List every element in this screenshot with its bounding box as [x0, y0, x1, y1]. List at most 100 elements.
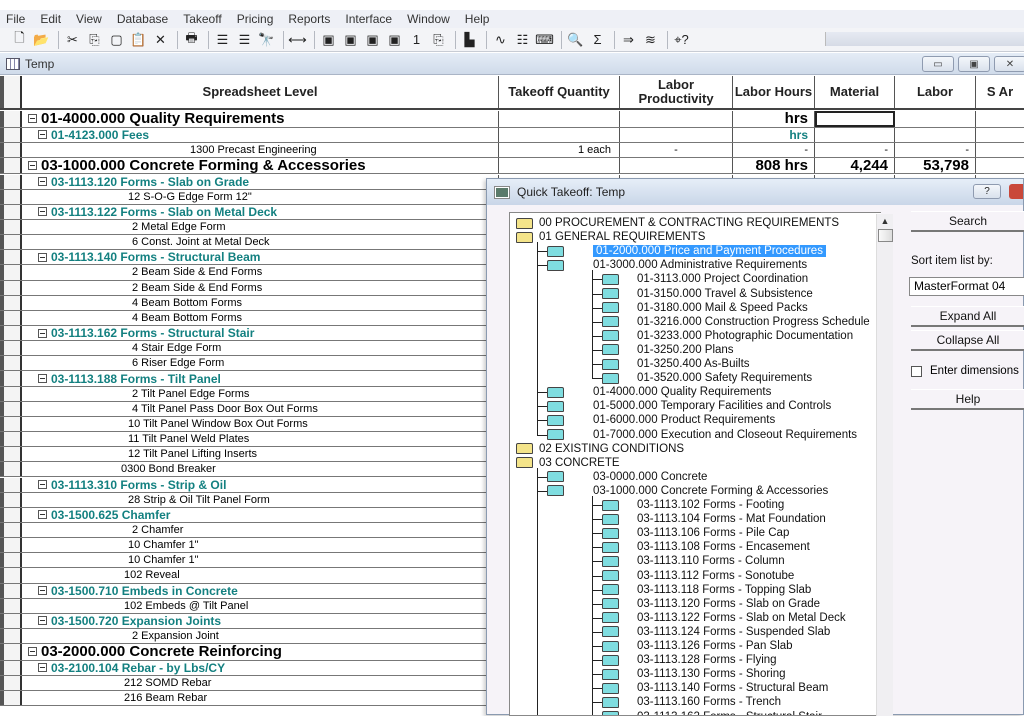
- row-header[interactable]: [0, 387, 22, 401]
- row-header[interactable]: [0, 629, 22, 643]
- row-header[interactable]: [0, 175, 22, 189]
- level-down-icon[interactable]: ▣: [341, 31, 360, 49]
- collapse-toggle-icon[interactable]: [38, 177, 47, 186]
- tree-node[interactable]: 03-1113.112 Forms - Sonotube: [602, 569, 794, 583]
- tree-node[interactable]: 01-3180.000 Mail & Speed Packs: [602, 301, 808, 315]
- cell-extra[interactable]: [976, 158, 1024, 174]
- menu-interface[interactable]: Interface: [345, 12, 392, 26]
- row-header[interactable]: [0, 158, 22, 174]
- tree-node[interactable]: 03-1113.120 Forms - Slab on Grade: [602, 597, 820, 611]
- row-header[interactable]: [0, 538, 22, 552]
- menu-file[interactable]: File: [6, 12, 25, 26]
- menu-database[interactable]: Database: [117, 12, 168, 26]
- cell-labor-hours[interactable]: hrs: [733, 128, 815, 142]
- cell-labor-productivity[interactable]: -: [620, 143, 733, 157]
- cell-takeoff-quantity[interactable]: 1 each: [499, 143, 620, 157]
- insert-row-icon[interactable]: ☰: [235, 31, 254, 49]
- go-to-icon[interactable]: ⇒: [619, 31, 638, 49]
- cell-level[interactable]: 10 Chamfer 1": [22, 538, 499, 552]
- row-header[interactable]: [0, 691, 22, 705]
- cell-level[interactable]: 03-1500.710 Embeds in Concrete: [22, 584, 499, 598]
- tree-node[interactable]: 03-0000.000 Concrete: [547, 470, 707, 484]
- checkbox-box[interactable]: [911, 366, 922, 377]
- row-header[interactable]: [0, 296, 22, 310]
- row-header[interactable]: [0, 599, 22, 613]
- cell-level[interactable]: 12 S-O-G Edge Form 12": [22, 190, 499, 204]
- cell-level[interactable]: 11 Tilt Panel Weld Plates: [22, 432, 499, 446]
- tree-node[interactable]: 01-3000.000 Administrative Requirements: [547, 258, 807, 272]
- menu-help[interactable]: Help: [465, 12, 490, 26]
- open-icon[interactable]: 📂: [32, 31, 51, 49]
- column-width-icon[interactable]: ⟷: [288, 31, 307, 49]
- keyboard-icon[interactable]: ⌨: [535, 31, 554, 49]
- cell-level[interactable]: 4 Beam Bottom Forms: [22, 311, 499, 325]
- cell-level[interactable]: 03-1113.188 Forms - Tilt Panel: [22, 371, 499, 385]
- tree-node[interactable]: 01 GENERAL REQUIREMENTS: [516, 230, 705, 244]
- close-window-button[interactable]: ✕: [994, 56, 1024, 72]
- level-icon[interactable]: ▣: [319, 31, 338, 49]
- cell-level[interactable]: 102 Reveal: [22, 568, 499, 582]
- cell-level[interactable]: 28 Strip & Oil Tilt Panel Form: [22, 493, 499, 507]
- row-header[interactable]: [0, 661, 22, 675]
- tree-node[interactable]: 01-2000.000 Price and Payment Procedures: [547, 244, 826, 258]
- cell-level[interactable]: 2 Metal Edge Form: [22, 220, 499, 234]
- tree-node[interactable]: 03 CONCRETE: [516, 456, 620, 470]
- copy-format-icon[interactable]: ⎘: [429, 31, 448, 49]
- cell-level[interactable]: 03-1113.310 Forms - Strip & Oil: [22, 478, 499, 492]
- row-header[interactable]: [0, 523, 22, 537]
- cell-takeoff-quantity[interactable]: [499, 158, 620, 174]
- list-icon[interactable]: ☷: [513, 31, 532, 49]
- collapse-toggle-icon[interactable]: [28, 161, 37, 170]
- find-icon[interactable]: 🔭: [257, 31, 276, 49]
- row-header[interactable]: [0, 190, 22, 204]
- category-tree[interactable]: 00 PROCUREMENT & CONTRACTING REQUIREMENT…: [509, 212, 881, 716]
- dialog-help-button[interactable]: ?: [973, 184, 1001, 199]
- row-header[interactable]: [0, 493, 22, 507]
- cell-material[interactable]: -: [815, 143, 895, 157]
- cell-level[interactable]: 4 Beam Bottom Forms: [22, 296, 499, 310]
- cell-labor-productivity[interactable]: [620, 158, 733, 174]
- tree-node[interactable]: 02 EXISTING CONDITIONS: [516, 442, 684, 456]
- cell-level[interactable]: 03-1113.140 Forms - Structural Beam: [22, 250, 499, 264]
- sum-icon[interactable]: Σ: [588, 31, 607, 49]
- row-header[interactable]: [0, 356, 22, 370]
- cell-material[interactable]: [815, 128, 895, 142]
- tree-node[interactable]: 01-5000.000 Temporary Facilities and Con…: [547, 399, 831, 413]
- cell-labor[interactable]: 53,798: [895, 158, 976, 174]
- row-header[interactable]: [0, 371, 22, 385]
- delete-icon[interactable]: ✕: [151, 31, 170, 49]
- new-icon[interactable]: 🗋: [10, 31, 29, 49]
- cut-icon[interactable]: ✂: [63, 31, 82, 49]
- header-labor[interactable]: Labor: [895, 76, 976, 108]
- cell-level[interactable]: 10 Chamfer 1": [22, 553, 499, 567]
- context-help-icon[interactable]: ⌖?: [672, 31, 691, 49]
- tree-node[interactable]: 01-7000.000 Execution and Closeout Requi…: [547, 428, 857, 442]
- cell-level[interactable]: 4 Stair Edge Form: [22, 341, 499, 355]
- row-header[interactable]: [0, 644, 22, 660]
- row-header[interactable]: [0, 432, 22, 446]
- collapse-toggle-icon[interactable]: [38, 374, 47, 383]
- cell-labor-hours[interactable]: hrs: [733, 111, 815, 127]
- tree-node[interactable]: 01-3216.000 Construction Progress Schedu…: [602, 315, 870, 329]
- cell-level[interactable]: 216 Beam Rebar: [22, 691, 499, 705]
- cell-level[interactable]: 2 Expansion Joint: [22, 629, 499, 643]
- tree-node[interactable]: 01-3250.400 As-Builts: [602, 357, 750, 371]
- header-labor-hours[interactable]: Labor Hours: [733, 76, 815, 108]
- cell-level[interactable]: 2 Tilt Panel Edge Forms: [22, 387, 499, 401]
- row-header[interactable]: [0, 584, 22, 598]
- row-header[interactable]: [0, 128, 22, 142]
- cell-takeoff-quantity[interactable]: [499, 111, 620, 127]
- menu-pricing[interactable]: Pricing: [237, 12, 274, 26]
- tree-node[interactable]: 01-6000.000 Product Requirements: [547, 413, 775, 427]
- table-row-group[interactable]: 03-1000.000 Concrete Forming & Accessori…: [0, 158, 1024, 175]
- row-header[interactable]: [0, 462, 22, 476]
- collapse-toggle-icon[interactable]: [38, 480, 47, 489]
- tree-node[interactable]: 03-1113.102 Forms - Footing: [602, 498, 784, 512]
- cell-labor-hours[interactable]: 808 hrs: [733, 158, 815, 174]
- outline-color-icon[interactable]: ▣: [385, 31, 404, 49]
- row-header[interactable]: [0, 143, 22, 157]
- cell-level[interactable]: 03-2000.000 Concrete Reinforcing: [22, 644, 499, 660]
- zoom-icon[interactable]: 🔍: [566, 31, 585, 49]
- row-header[interactable]: [0, 568, 22, 582]
- cell-level[interactable]: 12 Tilt Panel Lifting Inserts: [22, 447, 499, 461]
